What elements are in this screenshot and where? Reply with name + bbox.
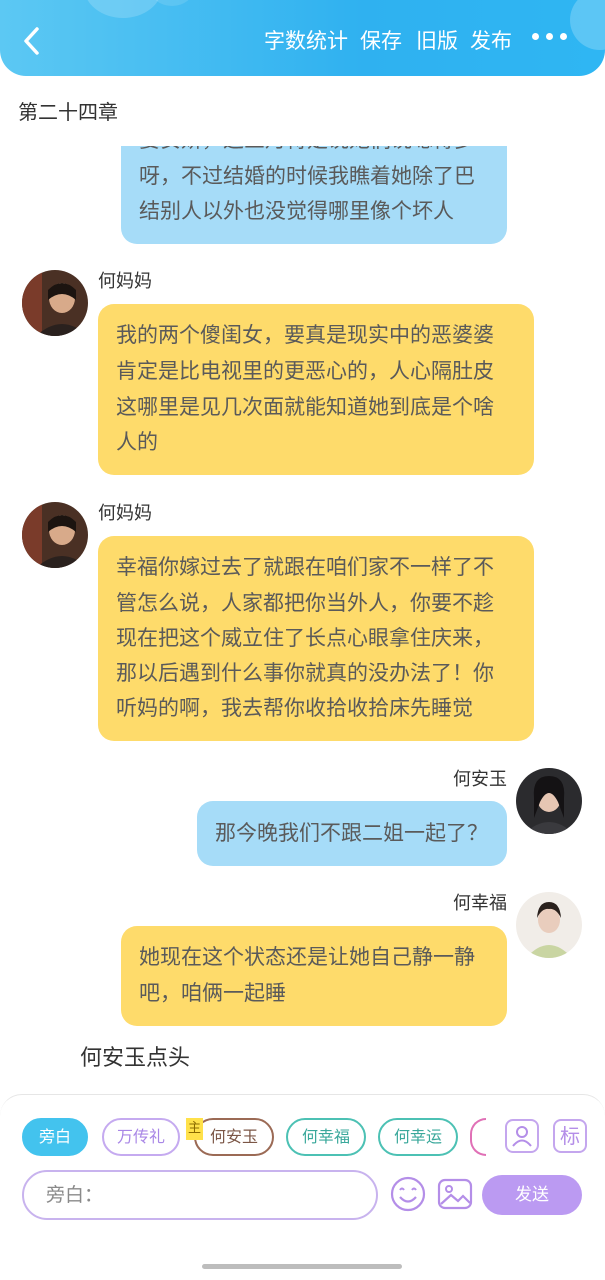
send-button[interactable]: 发送 (482, 1175, 582, 1215)
tag-icon[interactable]: 标 (553, 1119, 587, 1153)
role-chip-he-xingyun[interactable]: 何幸运 (378, 1118, 458, 1156)
avatar-he-mama[interactable] (22, 502, 88, 568)
message-line: 那以后遇到什么事你就真的没办法了！你 (116, 661, 494, 685)
speaker-name: 何幸福 (453, 893, 507, 914)
dialogue-input[interactable]: 旁白： (22, 1170, 378, 1220)
message-line: 听妈的啊，我去帮你收拾收拾床先睡觉 (116, 696, 473, 720)
contact-card-icon[interactable] (505, 1119, 539, 1153)
message-line: 那今晚我们不跟二姐一起了？ (215, 821, 488, 845)
avatar-he-anyu[interactable] (516, 768, 582, 834)
role-chip-narrator[interactable]: 旁白 (22, 1118, 88, 1156)
home-indicator[interactable] (202, 1264, 402, 1269)
message-line: 现在把这个威立住了长点心眼拿住庆来， (116, 626, 494, 650)
old-version-button[interactable]: 旧版 (416, 26, 458, 56)
role-chip-he-anyu[interactable]: 何安玉 (194, 1118, 274, 1156)
speaker-name: 何妈妈 (98, 271, 152, 292)
message-line: 结别人以外也没觉得哪里像个坏人 (139, 199, 454, 223)
back-arrow-icon[interactable] (20, 26, 44, 56)
message-line: 要安娇，这三月待是说她们说嗯得多 (139, 146, 475, 157)
publish-button[interactable]: 发布 (470, 26, 512, 56)
chapter-title: 第二十四章 (18, 100, 118, 124)
message-line: 人的 (116, 430, 158, 454)
top-bar: 字数统计 保存 旧版 发布 (0, 0, 605, 76)
speaker-name: 何安玉 (453, 769, 507, 790)
more-options-icon[interactable] (532, 33, 567, 40)
narration-line[interactable]: 何安玉点头 (80, 1044, 190, 1074)
message-line: 呀，不过结婚的时候我瞧着她除了巴 (139, 164, 475, 188)
role-chip-he-xingfu[interactable]: 何幸福 (286, 1118, 366, 1156)
message-bubble[interactable]: 幸福你嫁过去了就跟在咱们家不一样了不 管怎么说，人家都把你当外人，你要不趁 现在… (98, 536, 534, 741)
message-line: 肯定是比电视里的更恶心的，人心隔肚皮 (116, 359, 494, 383)
main-role-badge: 主 (186, 1118, 203, 1140)
emoji-icon[interactable] (390, 1176, 426, 1212)
message-line: 幸福你嫁过去了就跟在咱们家不一样了不 (116, 555, 494, 579)
page: 字数统计 保存 旧版 发布 第二十四章 要安娇，这三月待是说她们说嗯得多 呀，不… (0, 0, 605, 1280)
chat-area[interactable]: 要安娇，这三月待是说她们说嗯得多 呀，不过结婚的时候我瞧着她除了巴 结别人以外也… (0, 146, 605, 1091)
role-chip-wan-chuanli[interactable]: 万传礼 (102, 1118, 180, 1156)
message-line: 我的两个傻闺女，要真是现实中的恶婆婆 (116, 323, 494, 347)
word-count-button[interactable]: 字数统计 (264, 26, 348, 56)
message-bubble[interactable]: 我的两个傻闺女，要真是现实中的恶婆婆 肯定是比电视里的更恶心的，人心隔肚皮 这哪… (98, 304, 534, 475)
message-line: 这哪里是见几次面就能知道她到底是个啥 (116, 395, 494, 419)
speaker-name: 何妈妈 (98, 503, 152, 524)
save-button[interactable]: 保存 (360, 26, 402, 56)
message-bubble[interactable]: 她现在这个状态还是让她自己静一静 吧，咱俩一起睡 (121, 926, 507, 1026)
avatar-he-xingfu[interactable] (516, 892, 582, 958)
image-icon[interactable] (437, 1176, 473, 1212)
message-bubble[interactable]: 那今晚我们不跟二姐一起了？ (197, 801, 507, 866)
message-bubble[interactable]: 要安娇，这三月待是说她们说嗯得多 呀，不过结婚的时候我瞧着她除了巴 结别人以外也… (121, 146, 507, 244)
message-line: 吧，咱俩一起睡 (139, 981, 286, 1005)
message-line: 管怎么说，人家都把你当外人，你要不趁 (116, 591, 494, 615)
message-line: 她现在这个状态还是让她自己静一静 (139, 945, 475, 969)
avatar-he-mama[interactable] (22, 270, 88, 336)
